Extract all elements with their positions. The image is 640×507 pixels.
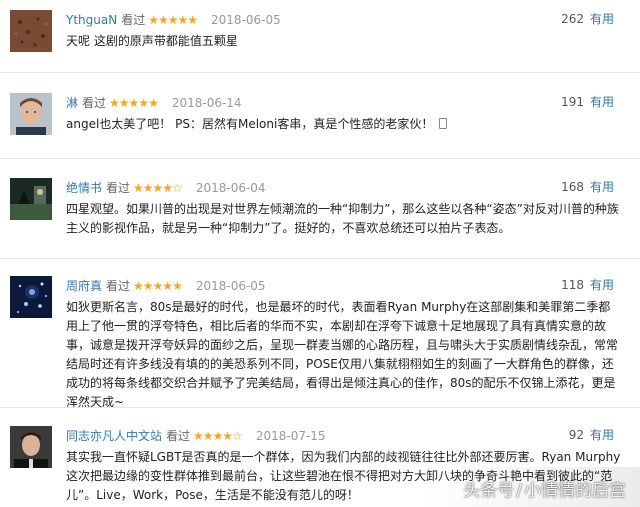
watched-label: 看过 bbox=[82, 96, 107, 110]
username-link[interactable]: YthguaN bbox=[66, 13, 117, 27]
useful-button[interactable]: 有用 bbox=[590, 95, 614, 109]
vote-area: 168 有用 bbox=[561, 178, 614, 195]
avatar[interactable] bbox=[10, 93, 52, 135]
phone-icon bbox=[439, 118, 448, 129]
watched-label: 看过 bbox=[166, 429, 191, 443]
rating-stars-icon: ★★★★★ bbox=[133, 279, 183, 293]
username-link[interactable]: 同志亦凡人中文站 bbox=[66, 429, 162, 443]
review-text: angel也太美了吧！ PS：居然有Meloni客串，真是个性感的老家伙！ bbox=[66, 117, 434, 131]
watched-label: 看过 bbox=[106, 181, 131, 195]
useful-button[interactable]: 有用 bbox=[590, 428, 614, 442]
review-date: 2018-06-04 bbox=[195, 181, 266, 195]
avatar[interactable] bbox=[10, 426, 52, 468]
vote-area: 92 有用 bbox=[569, 426, 614, 443]
watched-label: 看过 bbox=[106, 279, 131, 293]
watermark-right: 小情情的后宫 bbox=[524, 481, 626, 501]
vote-count: 168 bbox=[561, 180, 584, 194]
divider bbox=[0, 258, 640, 259]
review-date: 2018-06-05 bbox=[211, 13, 281, 27]
vote-count: 262 bbox=[561, 12, 584, 26]
avatar[interactable] bbox=[10, 178, 52, 220]
vote-area: 262 有用 bbox=[561, 10, 614, 27]
review-date: 2018-06-14 bbox=[171, 96, 242, 110]
username-link[interactable]: 周府真 bbox=[66, 279, 102, 293]
rating-stars-icon: ★★★★★ bbox=[148, 13, 198, 27]
review-header: 淋看过 ★★★★★ 2018-06-14 bbox=[66, 93, 616, 113]
vote-area: 118 有用 bbox=[561, 276, 614, 293]
useful-button[interactable]: 有用 bbox=[590, 180, 614, 194]
review-text: 四星观望。如果川普的出现是对世界左倾潮流的一种“抑制力”，那么这些以各种“姿态”… bbox=[66, 202, 619, 235]
watermark: 头条号 / 小情情的后宫 bbox=[463, 476, 626, 501]
rating-stars-icon: ★★★★★ bbox=[109, 96, 159, 110]
review-date: 2018-07-15 bbox=[255, 429, 326, 443]
vote-count: 118 bbox=[561, 278, 584, 292]
useful-button[interactable]: 有用 bbox=[590, 12, 614, 26]
review-content: angel也太美了吧！ PS：居然有Meloni客串，真是个性感的老家伙！ bbox=[66, 115, 622, 134]
divider bbox=[0, 72, 640, 73]
review-text: 天呢 这剧的原声带都能值五颗星 bbox=[66, 34, 238, 48]
watermark-slash-icon: / bbox=[516, 481, 522, 501]
watched-label: 看过 bbox=[121, 13, 146, 27]
vote-count: 191 bbox=[561, 95, 584, 109]
review-date: 2018-06-05 bbox=[195, 279, 266, 293]
divider bbox=[0, 158, 640, 159]
review-header: YthguaN 看过 ★★★★★ 2018-06-05 bbox=[66, 10, 616, 30]
divider bbox=[0, 407, 640, 408]
vote-count: 92 bbox=[568, 428, 584, 442]
review-header: 绝情书 看过 ★★★★☆ 2018-06-04 bbox=[66, 178, 616, 198]
avatar[interactable] bbox=[10, 10, 52, 52]
username-link[interactable]: 绝情书 bbox=[66, 181, 102, 195]
rating-stars-icon: ★★★★☆ bbox=[133, 181, 183, 195]
review-header: 周府真 看过 ★★★★★ 2018-06-05 bbox=[66, 276, 616, 296]
username-link[interactable]: 淋 bbox=[66, 96, 78, 110]
useful-button[interactable]: 有用 bbox=[590, 278, 614, 292]
review-text: 如狄更斯名言，80s是最好的时代，也是最坏的时代，表面看Ryan Murphy在… bbox=[66, 300, 619, 409]
vote-area: 191 有用 bbox=[561, 93, 614, 110]
watermark-left: 头条号 bbox=[463, 481, 515, 501]
rating-stars-icon: ★★★★☆ bbox=[193, 429, 243, 443]
avatar[interactable] bbox=[10, 276, 52, 318]
review-header: 同志亦凡人中文站 看过 ★★★★☆ 2018-07-15 bbox=[66, 426, 616, 446]
